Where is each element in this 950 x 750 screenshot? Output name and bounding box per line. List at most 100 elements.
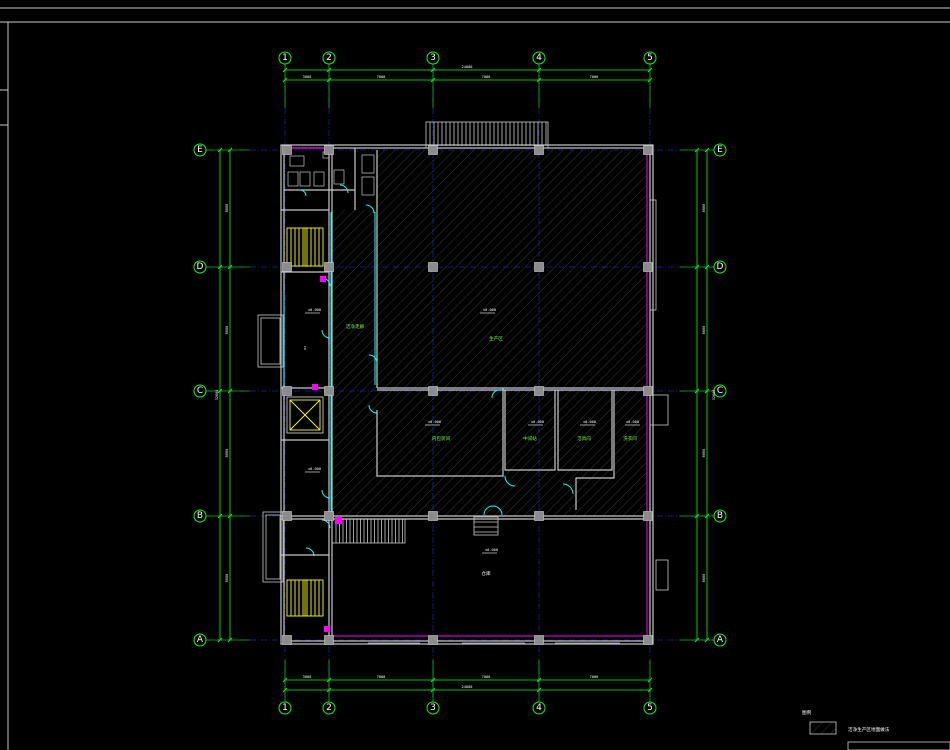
dim-left-3: 8000 (225, 449, 229, 458)
restroom-fixtures (287, 151, 375, 196)
svg-text:5: 5 (647, 703, 653, 713)
dim-left-total: 32000 (215, 390, 219, 401)
svg-text:B: B (197, 511, 203, 521)
column (643, 386, 653, 396)
column (428, 386, 438, 396)
axis-bubble-D-left: D (193, 260, 207, 274)
axis-bubble-4-bottom: 4 (532, 701, 546, 715)
axis-bubbles-top: 1 2 3 4 5 (278, 51, 657, 65)
axis-bubble-3-bottom: 3 (426, 701, 440, 715)
svg-text:4: 4 (536, 53, 542, 63)
legend-item: 洁净生产区地面做法 (848, 726, 890, 733)
room-label-hall: ⠿ (303, 346, 306, 352)
room-label-packing: 内包装间 (432, 435, 451, 442)
elevator-shaft (286, 396, 324, 434)
column (428, 635, 438, 645)
svg-text:3: 3 (430, 703, 436, 713)
column (428, 511, 438, 521)
legend-box (847, 741, 950, 750)
axis-bubble-4-top: 4 (532, 51, 546, 65)
room-label-room-c: 洗衣间 (623, 435, 637, 442)
room-label-warehouse: 仓库 (481, 570, 491, 577)
dim-right-1: 8000 (702, 204, 706, 213)
elevation-1: ±0.000 (305, 308, 321, 314)
column (643, 145, 653, 155)
dim-right-2: 8000 (702, 326, 706, 335)
elevation-8: ±0.000 (482, 548, 498, 554)
svg-text:C: C (197, 386, 203, 396)
svg-text:D: D (197, 262, 204, 272)
svg-text:±0.000: ±0.000 (531, 420, 544, 424)
svg-text:3: 3 (430, 53, 436, 63)
svg-text:±0.000: ±0.000 (308, 308, 321, 312)
room-label-production: 生产区 (489, 335, 503, 342)
column (324, 635, 334, 645)
column (324, 262, 334, 272)
svg-text:2: 2 (326, 53, 332, 63)
dim-top-total: 24000 (462, 65, 473, 69)
column (534, 635, 544, 645)
axis-bubble-3-top: 3 (426, 51, 440, 65)
dim-bottom-total: 24000 (462, 685, 473, 689)
svg-text:E: E (197, 145, 203, 155)
column (282, 386, 292, 396)
axis-bubble-A-left: A (193, 633, 207, 647)
axis-bubble-C-left: C (193, 384, 207, 398)
svg-text:1: 1 (282, 53, 288, 63)
dim-left-2: 8000 (225, 326, 229, 335)
axis-bubble-2-top: 2 (322, 51, 336, 65)
loading-ramp (331, 516, 499, 544)
axis-bubble-5-bottom: 5 (643, 701, 657, 715)
room-label-room-a: 中间站 (523, 435, 537, 442)
dim-top-4: 7000 (590, 75, 599, 79)
axis-bubble-D-right: D (713, 260, 727, 274)
axis-bubble-2-bottom: 2 (322, 701, 336, 715)
axis-bubble-5-top: 5 (643, 51, 657, 65)
svg-text:A: A (717, 635, 724, 645)
column (282, 145, 292, 155)
column (282, 635, 292, 645)
column (282, 511, 292, 521)
room-label-corridor: 洁净走廊 (346, 323, 365, 330)
column (324, 386, 334, 396)
axis-bubble-B-left: B (193, 509, 207, 523)
svg-text:A: A (197, 635, 204, 645)
dim-top-3: 7000 (482, 75, 491, 79)
svg-text:5: 5 (647, 53, 653, 63)
svg-text:±0.000: ±0.000 (428, 420, 441, 424)
dim-bottom-4: 7000 (590, 675, 599, 679)
dim-right-4: 8000 (702, 574, 706, 583)
svg-text:±0.000: ±0.000 (485, 548, 498, 552)
column (534, 262, 544, 272)
column (643, 511, 653, 521)
dim-top-2: 7000 (377, 75, 386, 79)
axis-bubble-E-left: E (193, 143, 207, 157)
svg-text:4: 4 (536, 703, 542, 713)
legend-swatch (809, 721, 837, 735)
stairs (286, 227, 324, 617)
room-label-room-b: 洁具间 (577, 435, 591, 442)
dim-bottom-2: 7000 (377, 675, 386, 679)
dim-right-total: 32000 (712, 390, 716, 401)
column (324, 145, 334, 155)
axis-bubble-A-right: A (713, 633, 727, 647)
svg-text:E: E (717, 145, 723, 155)
svg-text:2: 2 (326, 703, 332, 713)
svg-text:D: D (717, 262, 724, 272)
dim-right-3: 8000 (702, 449, 706, 458)
elevation-7: ±0.000 (305, 467, 321, 473)
column (534, 386, 544, 396)
entrance-canopy (425, 121, 549, 149)
dim-top-1: 3000 (303, 75, 312, 79)
svg-text:B: B (717, 511, 723, 521)
floor-plan-drawing: 1 2 3 4 5 1 2 3 4 5 E D C B A E D C B A … (0, 7, 950, 750)
svg-text:±0.000: ±0.000 (483, 308, 496, 312)
svg-text:±0.000: ±0.000 (626, 420, 639, 424)
axis-bubble-1-top: 1 (278, 51, 292, 65)
column (282, 262, 292, 272)
axis-bubbles-left: E D C B A (193, 143, 207, 647)
column (428, 262, 438, 272)
column (428, 145, 438, 155)
axis-bubble-B-right: B (713, 509, 727, 523)
dim-left-1: 8000 (225, 204, 229, 213)
